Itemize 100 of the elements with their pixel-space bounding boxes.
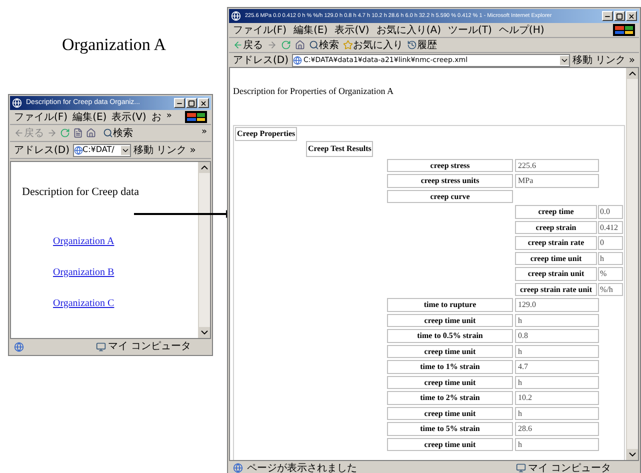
- page-icon: [292, 56, 302, 64]
- menu-overflow[interactable]: »: [166, 110, 172, 124]
- toolbar-overflow[interactable]: »: [201, 126, 207, 140]
- property-value: 0.0: [598, 205, 623, 218]
- subsection-heading: Creep Test Results: [306, 140, 374, 156]
- property-label: time to rupture: [387, 298, 513, 312]
- scroll-down-icon[interactable]: [199, 327, 210, 338]
- windows-logo-icon: [613, 24, 635, 36]
- property-label: time to 2% strain: [387, 391, 513, 404]
- menu-item[interactable]: 編集(E): [294, 22, 328, 38]
- property-label: time to 5% strain: [387, 422, 513, 436]
- maximize-icon: [616, 12, 623, 20]
- scroll-down-icon[interactable]: [627, 449, 638, 460]
- address-field[interactable]: C:¥DAT/: [72, 144, 131, 156]
- close-button[interactable]: [198, 98, 209, 108]
- property-value: h: [598, 252, 623, 265]
- property-value: 28.6: [515, 422, 599, 436]
- property-value: 4.7: [515, 360, 599, 374]
- menu-item[interactable]: 表示(V): [112, 110, 146, 124]
- property-value: %: [598, 267, 623, 280]
- organization-link[interactable]: Organization B: [53, 264, 114, 280]
- caption: Organization A: [62, 34, 166, 56]
- property-label: creep strain rate: [515, 236, 598, 250]
- property-value: 225.6: [515, 158, 599, 172]
- property-value: 129.0: [515, 298, 599, 312]
- property-value: %/h: [598, 282, 623, 296]
- scroll-up-icon[interactable]: [627, 68, 638, 79]
- property-label: creep strain unit: [515, 267, 598, 280]
- property-value: h: [515, 438, 599, 451]
- close-icon: [628, 12, 635, 20]
- scroll-up-icon[interactable]: [199, 162, 210, 173]
- property-value: h: [515, 344, 599, 358]
- minimize-button[interactable]: [602, 11, 613, 21]
- property-label: creep time unit: [515, 252, 598, 265]
- go-button[interactable]: 移動: [572, 52, 593, 68]
- minimize-button[interactable]: [174, 98, 185, 108]
- scrollbar[interactable]: [626, 68, 638, 460]
- links-button[interactable]: リンク »: [596, 52, 635, 68]
- property-value: h: [515, 376, 599, 389]
- computer-icon: [516, 463, 526, 473]
- property-label: creep time unit: [387, 314, 513, 327]
- page-icon[interactable]: [73, 128, 83, 138]
- zone-label: マイ コンピュータ: [108, 340, 191, 354]
- menu-item[interactable]: 編集(E): [72, 110, 107, 124]
- home-icon[interactable]: [86, 128, 96, 138]
- property-label: creep time unit: [387, 344, 513, 358]
- page-icon: [74, 146, 83, 154]
- page-status-icon: [233, 463, 243, 473]
- go-button[interactable]: 移動: [134, 142, 154, 158]
- links-button[interactable]: リンク »: [156, 142, 196, 158]
- page-description: Description for Properties of Organization A: [233, 85, 395, 98]
- property-value: h: [515, 314, 599, 327]
- organization-link[interactable]: Organization C: [53, 296, 114, 310]
- property-label: time to 0.5% strain: [387, 329, 513, 342]
- page-status-icon: [14, 342, 24, 352]
- property-label: creep time unit: [387, 438, 513, 451]
- property-label: creep time unit: [387, 376, 513, 389]
- property-label: creep time unit: [387, 406, 513, 420]
- property-value: 0.8: [515, 329, 599, 342]
- address-label: アドレス(D): [14, 144, 70, 158]
- organization-link[interactable]: Organization A: [53, 234, 114, 248]
- scrollbar[interactable]: [198, 162, 210, 338]
- property-value: MPa: [515, 174, 599, 188]
- property-value: 0.412: [598, 220, 623, 234]
- history-button[interactable]: 履歴: [407, 38, 437, 52]
- computer-icon: [96, 342, 106, 352]
- property-label: time to 1% strain: [387, 360, 513, 374]
- dropdown-icon[interactable]: [120, 146, 130, 154]
- maximize-button[interactable]: [614, 11, 625, 21]
- property-label: creep time: [515, 205, 598, 218]
- status-message: ページが表示されました: [247, 462, 357, 473]
- search-button[interactable]: 検索: [103, 126, 133, 140]
- property-value: h: [515, 406, 599, 420]
- menu-item[interactable]: ファイル(F): [14, 110, 68, 124]
- property-label: creep strain: [515, 220, 598, 234]
- dropdown-icon[interactable]: [560, 56, 569, 64]
- search-icon: [309, 40, 319, 50]
- maximize-button[interactable]: [186, 98, 197, 108]
- close-button[interactable]: [626, 11, 637, 21]
- menu-item[interactable]: ファイル(F): [233, 22, 287, 38]
- menu-item[interactable]: ヘルプ(H): [498, 22, 544, 38]
- menu-item[interactable]: お: [151, 110, 162, 124]
- browser-icon: [12, 98, 22, 108]
- property-value: 0: [598, 236, 623, 250]
- menu-item[interactable]: お気に入り(A): [376, 22, 441, 38]
- windows-logo-icon: [185, 111, 207, 123]
- property-label: creep strain rate unit: [515, 282, 598, 296]
- search-icon: [103, 128, 113, 138]
- back-arrow-icon: [233, 40, 243, 50]
- menu-item[interactable]: ツール(T): [448, 22, 492, 38]
- property-value: 10.2: [515, 391, 599, 404]
- page-description: Description for Creep data: [22, 185, 140, 200]
- search-button[interactable]: 検索: [309, 38, 339, 52]
- favorites-button[interactable]: お気に入り: [343, 38, 403, 52]
- back-button[interactable]: 戻る: [233, 38, 263, 52]
- home-icon[interactable]: [295, 40, 305, 50]
- maximize-icon: [188, 100, 195, 106]
- section-heading: Creep Properties: [235, 126, 298, 140]
- property-label: creep curve: [387, 190, 513, 203]
- menu-item[interactable]: 表示(V): [334, 22, 370, 38]
